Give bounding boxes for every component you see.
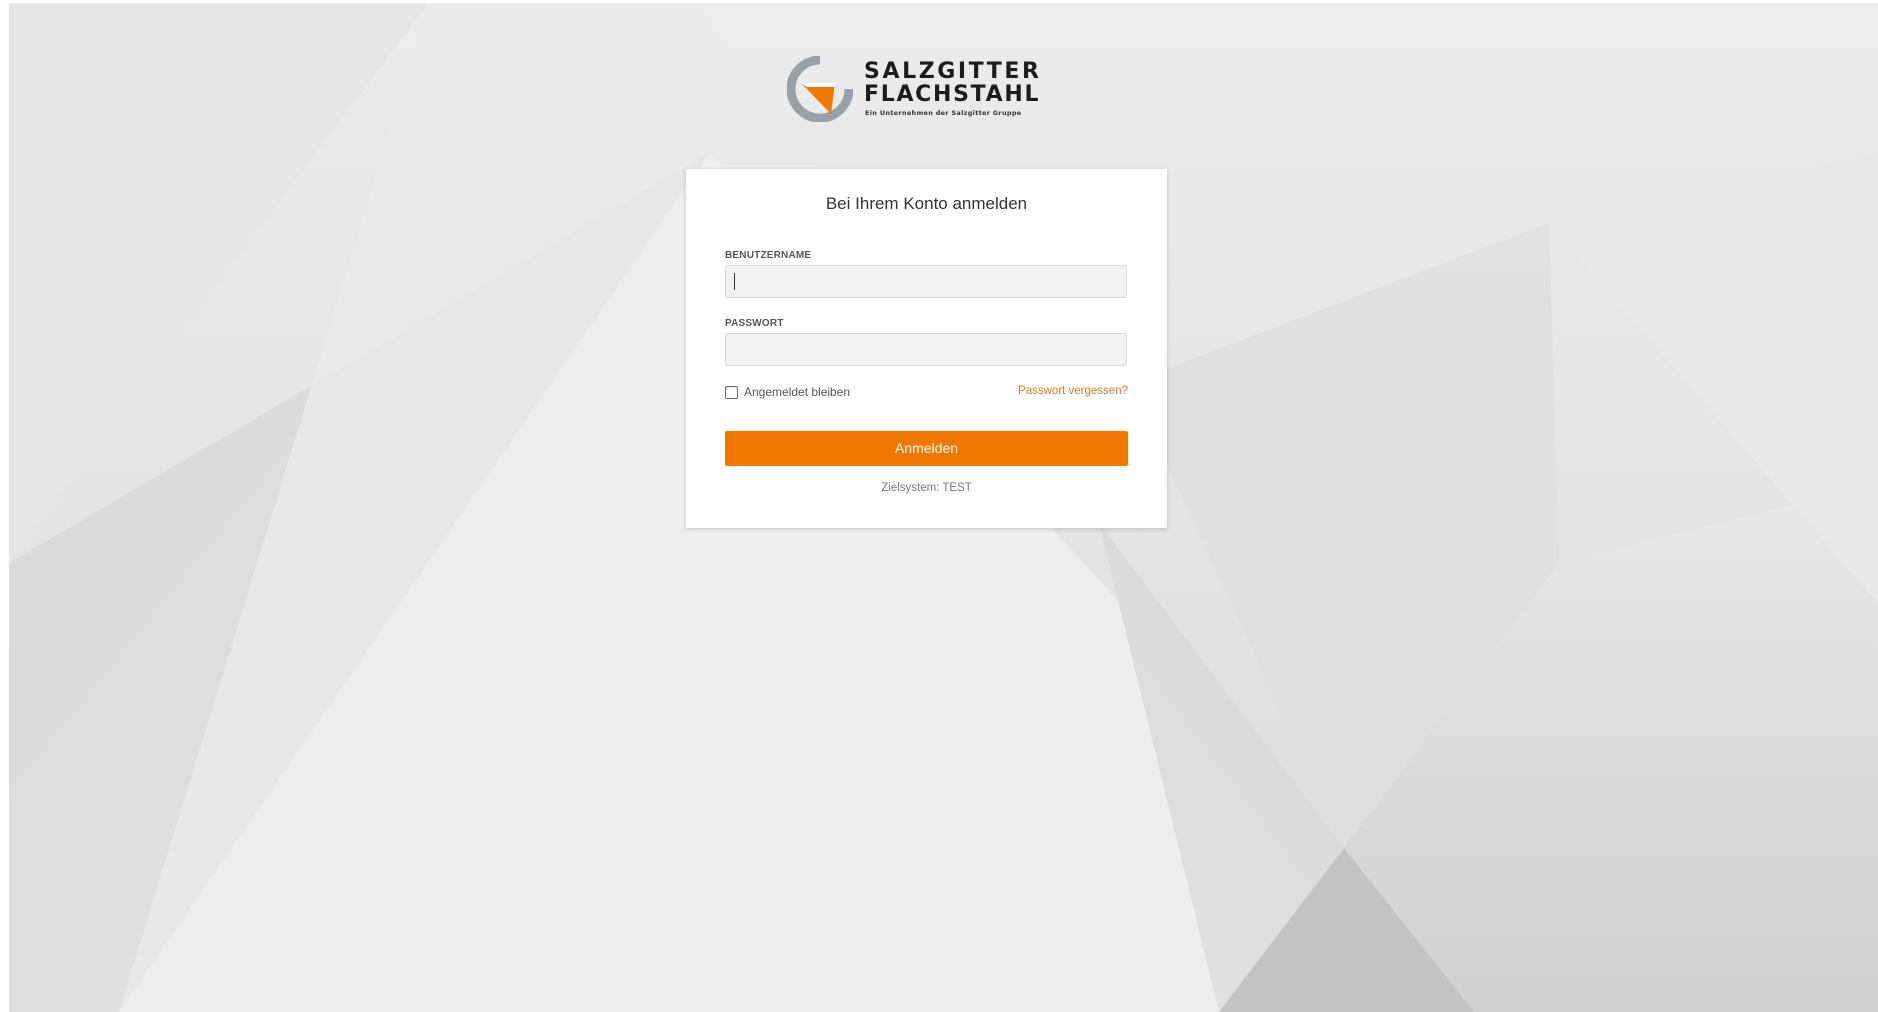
username-input[interactable]: [725, 265, 1127, 298]
target-system: Zielsystem: TEST: [881, 482, 972, 494]
login-title: Bei Ihrem Konto anmelden: [825, 194, 1028, 213]
remember-me[interactable]: Angemeldet bleiben: [725, 384, 850, 400]
text-caret: [734, 273, 735, 290]
salzgitter-logo-icon: [787, 56, 853, 122]
password-input[interactable]: [725, 333, 1127, 366]
login-card: Bei Ihrem Konto anmelden BENUTZERNAME PA…: [686, 169, 1167, 528]
password-label: PASSWORT: [725, 318, 784, 329]
brand-logo: SALZGITTER FLACHSTAHL Ein Unternehmen de…: [787, 56, 1039, 122]
username-label: BENUTZERNAME: [725, 250, 812, 261]
forgot-password-link[interactable]: Passwort vergessen?: [1018, 385, 1128, 397]
brand-tagline: Ein Unternehmen der Salzgitter Gruppe: [865, 109, 1022, 117]
remember-checkbox[interactable]: [725, 385, 738, 399]
login-button[interactable]: Anmelden: [725, 431, 1128, 466]
remember-label: Angemeldet bleiben: [744, 385, 851, 399]
brand-line1: SALZGITTER: [864, 59, 1042, 84]
brand-line2: FLACHSTAHL: [864, 82, 1041, 107]
